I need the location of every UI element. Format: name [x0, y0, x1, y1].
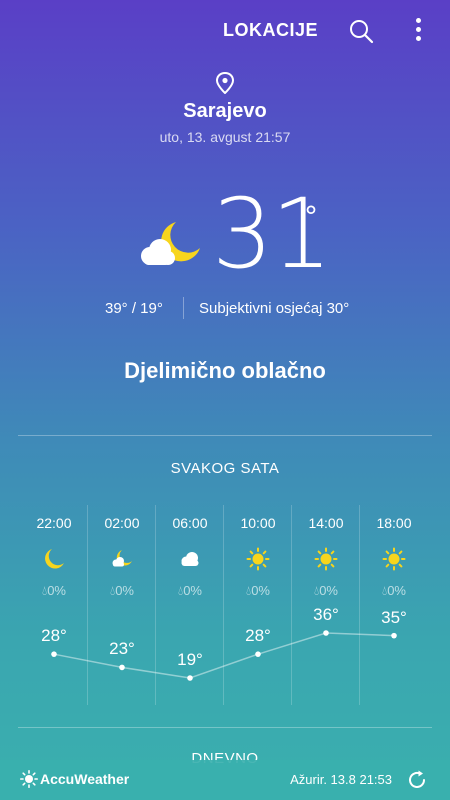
last-updated: Ažurir. 13.8 21:53: [290, 772, 392, 787]
moon-icon: [45, 549, 64, 569]
hourly-time: 02:00: [104, 515, 140, 531]
hourly-section-title: SVAKOG SATA: [170, 460, 280, 477]
hourly-time: 18:00: [376, 515, 412, 531]
hourly-time: 10:00: [240, 515, 276, 531]
hourly-item[interactable]: 18:00 💧︎0% 35°: [360, 505, 428, 705]
hourly-temperature: 35°: [381, 607, 407, 627]
refresh-icon[interactable]: [406, 769, 428, 791]
temperature-unit: °: [304, 200, 318, 233]
locations-button[interactable]: LOKACIJE: [223, 20, 318, 41]
footer-bar: AccuWeather Ažurir. 13.8 21:53: [0, 760, 450, 800]
hourly-temperature: 36°: [313, 605, 339, 624]
precipitation-chance: 💧︎0%: [110, 583, 134, 598]
hourly-item[interactable]: 06:00 💧︎0% 19°: [156, 505, 224, 705]
moon-cloud-icon: [112, 550, 132, 567]
precipitation-chance: 💧︎0%: [178, 583, 202, 598]
hourly-item[interactable]: 14:00 💧︎0% 36°: [292, 505, 360, 705]
current-datetime: uto, 13. avgust 21:57: [159, 129, 291, 145]
hourly-item[interactable]: 10:00 💧︎0% 28°: [224, 505, 292, 705]
sun-icon: [382, 547, 406, 571]
moon-cloud-icon: [141, 222, 200, 265]
hourly-item[interactable]: 22:00 💧︎0% 28°: [20, 505, 88, 705]
accuweather-brand[interactable]: AccuWeather: [40, 771, 129, 787]
hourly-time: 14:00: [308, 515, 344, 531]
precipitation-chance: 💧︎0%: [314, 583, 338, 598]
divider: [18, 435, 432, 436]
city-name: Sarajevo: [183, 100, 267, 122]
hourly-time: 22:00: [36, 515, 72, 531]
precipitation-chance: 💧︎0%: [42, 583, 66, 598]
location-pin-icon: [215, 72, 235, 94]
precipitation-chance: 💧︎0%: [382, 583, 406, 598]
sun-icon: [314, 547, 338, 571]
precipitation-chance: 💧︎0%: [246, 583, 270, 598]
hourly-time: 06:00: [172, 515, 208, 531]
hourly-temperature: 23°: [109, 639, 135, 659]
hourly-temperature: 28°: [41, 626, 67, 646]
hourly-temperature: 19°: [177, 650, 203, 669]
hourly-temperature: 28°: [245, 626, 271, 646]
hourly-item[interactable]: 02:00 💧︎0% 23°: [88, 505, 156, 705]
accuweather-logo-icon[interactable]: [20, 770, 38, 788]
feels-like: Subjektivni osjećaj 30°: [199, 300, 350, 317]
high-low-temperature: 39° / 19°: [105, 300, 163, 317]
search-icon[interactable]: [348, 18, 374, 44]
divider: [183, 297, 184, 319]
hourly-forecast[interactable]: 22:00 💧︎0% 28° 02:00 💧︎0% 23° 06:00 💧︎0%…: [20, 505, 430, 705]
more-options-icon[interactable]: [414, 18, 422, 44]
top-bar: LOKACIJE: [0, 0, 450, 62]
cloud-icon: [181, 552, 199, 566]
divider: [18, 727, 432, 728]
sun-icon: [246, 547, 270, 571]
weather-condition: Djelimično oblačno: [124, 358, 326, 383]
